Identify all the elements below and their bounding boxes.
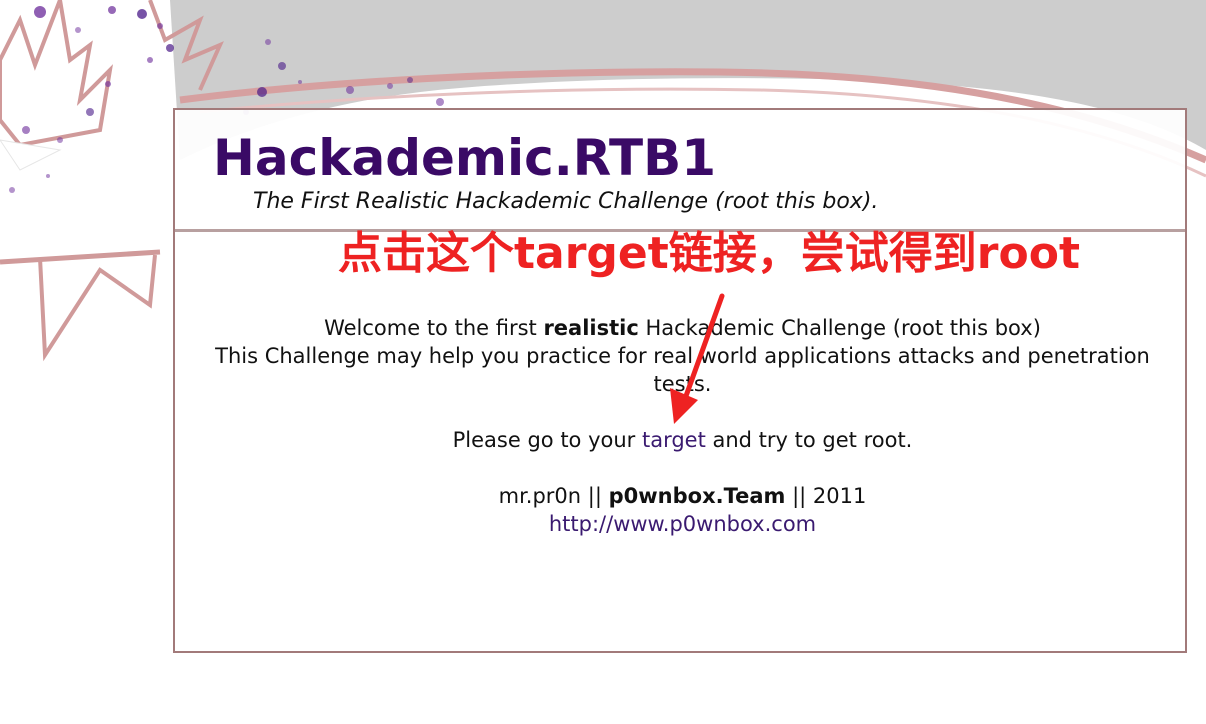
welcome-prefix: Welcome to the first: [324, 316, 544, 340]
site-title: Hackademic.RTB1: [213, 129, 717, 187]
credits-year: || 2011: [785, 484, 867, 508]
challenge-description: This Challenge may help you practice for…: [215, 344, 1150, 396]
annotation-label: 点击这个target链接，尝试得到root: [338, 228, 1080, 279]
target-link[interactable]: target: [642, 428, 706, 452]
content-frame: Hackademic.RTB1 The First Realistic Hack…: [173, 108, 1187, 653]
site-link[interactable]: http://www.p0wnbox.com: [549, 512, 816, 536]
welcome-line: Welcome to the first realistic Hackademi…: [215, 314, 1150, 342]
credits-author: mr.pr0n ||: [498, 484, 609, 508]
site-link-line: http://www.p0wnbox.com: [215, 510, 1150, 538]
instruction-prefix: Please go to your: [452, 428, 642, 452]
credits-team: p0wnbox.Team: [608, 484, 786, 508]
credits-line: mr.pr0n || p0wnbox.Team || 2011: [215, 482, 1150, 510]
welcome-emphasis: realistic: [543, 316, 639, 340]
site-subtitle: The First Realistic Hackademic Challenge…: [253, 189, 879, 214]
main-content: Welcome to the first realistic Hackademi…: [215, 314, 1150, 538]
welcome-suffix: Hackademic Challenge (root this box): [638, 316, 1041, 340]
site-header: Hackademic.RTB1 The First Realistic Hack…: [175, 110, 1185, 232]
instruction-suffix: and try to get root.: [705, 428, 913, 452]
browser-page: Hackademic.RTB1 The First Realistic Hack…: [0, 0, 1206, 724]
instruction-line: Please go to your target and try to get …: [215, 426, 1150, 454]
